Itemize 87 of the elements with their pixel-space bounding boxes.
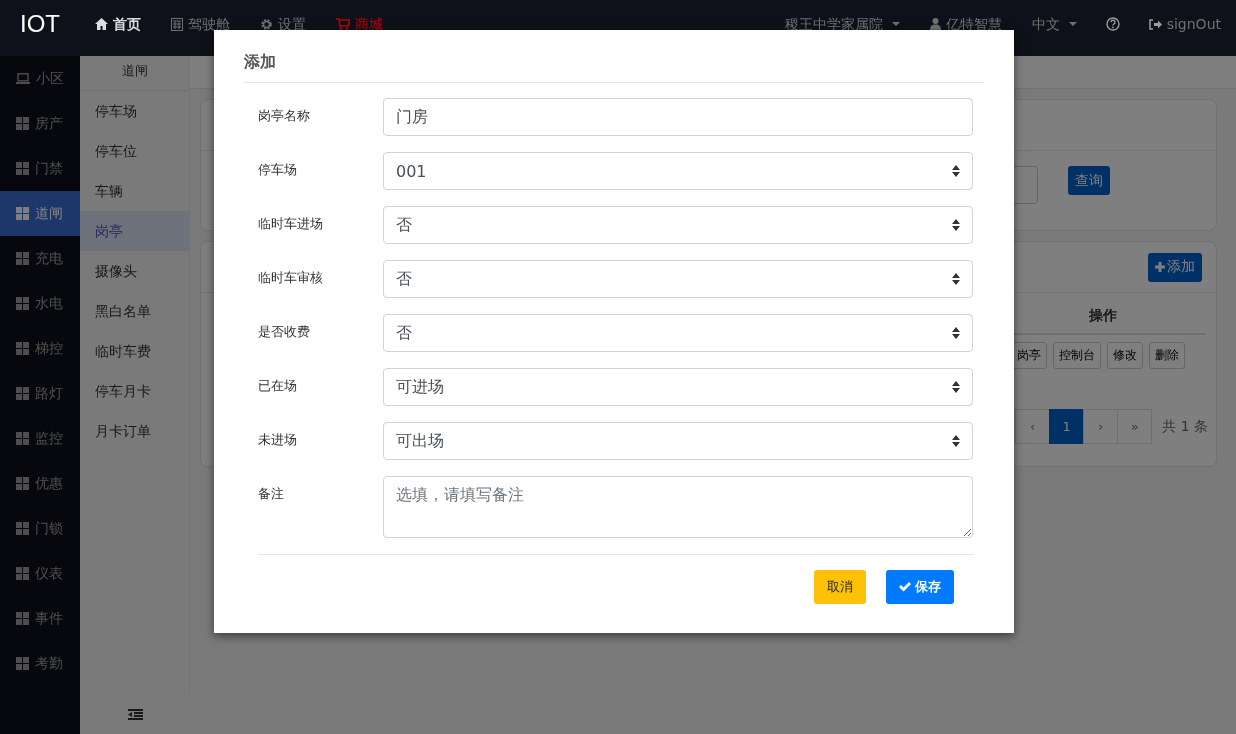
field-label: 已在场 [258,377,298,395]
page-link[interactable]: » [1117,409,1153,444]
grid-icon [16,297,29,310]
grid-icon [16,252,29,265]
field-label: 临时车审核 [258,269,324,287]
select-field[interactable]: 否 [383,314,973,352]
language-dropdown[interactable]: 中文 [1016,9,1092,39]
field-label: 岗亭名称 [258,107,311,125]
select-field[interactable]: 可进场 [383,368,973,406]
modal-title: 添加 [244,30,984,83]
nav-link[interactable]: 驾驶舱 [156,9,245,39]
select-field[interactable]: 001 [383,152,973,190]
plus-icon [1155,262,1165,272]
sidebar-item[interactable]: 优惠 [0,461,80,506]
gear-icon [260,17,273,31]
row-action-button[interactable]: 控制台 [1053,342,1101,369]
add-button[interactable]: 添加 [1148,252,1202,282]
sidebar-item[interactable]: 仪表 [0,551,80,596]
help-icon[interactable] [1105,17,1120,31]
sidebar-item[interactable]: 路灯 [0,371,80,416]
select-field[interactable]: 否 [383,206,973,244]
row-action-button[interactable]: 删除 [1149,342,1185,369]
grid-icon [16,567,29,580]
sign-out-icon [1148,18,1162,30]
query-button[interactable]: 查询 [1068,166,1110,195]
grid-icon [16,612,29,625]
sign-out-link[interactable]: signOut [1133,9,1236,39]
total-count: 共 1 条 [1162,417,1208,436]
save-button[interactable]: 保存 [886,570,954,604]
grid-icon [16,387,29,400]
subnav-item[interactable]: 月卡订单 [80,411,189,451]
page-link[interactable]: › [1083,409,1119,444]
check-icon [899,582,911,592]
sidebar-item[interactable]: 门禁 [0,146,80,191]
field-label: 未进场 [258,431,298,449]
subnav-item[interactable]: 摄像头 [80,251,189,291]
row-action-button[interactable]: 修改 [1107,342,1143,369]
grid-icon [16,477,29,490]
select-arrows-icon [952,381,960,393]
sidebar-item[interactable]: 门锁 [0,506,80,551]
grid-icon [16,522,29,535]
select-arrows-icon [952,435,960,447]
grid-icon [16,117,29,130]
grid-icon [16,657,29,670]
grid-icon [16,207,29,220]
notes-field[interactable]: 选填，请填写备注 [383,476,973,538]
subnav-item[interactable]: 岗亭 [80,211,189,251]
field-label: 是否收费 [258,323,311,341]
subnav-item[interactable]: 黑白名单 [80,291,189,331]
subnav-item[interactable]: 车辆 [80,171,189,211]
sidebar-item[interactable]: 事件 [0,596,80,641]
select-arrows-icon [952,327,960,339]
laptop-icon [16,73,30,84]
calculator-icon [171,17,183,31]
grid-icon [16,342,29,355]
sidebar-item[interactable]: 考勤 [0,641,80,686]
sidebar-item[interactable]: 监控 [0,416,80,461]
sidebar-item[interactable]: 小区 [0,56,80,101]
sidebar-item[interactable]: 水电 [0,281,80,326]
select-arrows-icon [952,273,960,285]
subnav-item[interactable]: 停车场 [80,91,189,131]
field-label: 备注 [258,485,285,503]
select-field[interactable]: 否 [383,260,973,298]
select-field[interactable]: 可出场 [383,422,973,460]
subnav-item[interactable]: 停车月卡 [80,371,189,411]
cart-icon [336,18,350,30]
subnav-item[interactable]: 停车位 [80,131,189,171]
grid-icon [16,432,29,445]
nav-link[interactable]: 首页 [80,9,156,39]
select-arrows-icon [952,165,960,177]
grid-icon [16,162,29,175]
subnav-item[interactable]: 临时车费 [80,331,189,371]
sidebar-item[interactable]: 梯控 [0,326,80,371]
page-link[interactable]: 1 [1049,409,1085,444]
field-label: 停车场 [258,161,298,179]
text-field[interactable]: 门房 [383,98,973,136]
person-icon [929,18,941,30]
brand-logo[interactable]: IOT [0,9,80,39]
sidebar-item[interactable]: 充电 [0,236,80,281]
subnav-title: 道闸 [80,56,189,91]
collapse-menu-icon[interactable] [127,708,143,720]
field-label: 临时车进场 [258,215,324,233]
sidebar-item[interactable]: 道闸 [0,191,80,236]
sidebar-item[interactable]: 房产 [0,101,80,146]
cancel-button[interactable]: 取消 [814,570,866,604]
select-arrows-icon [952,219,960,231]
home-icon [95,18,108,30]
